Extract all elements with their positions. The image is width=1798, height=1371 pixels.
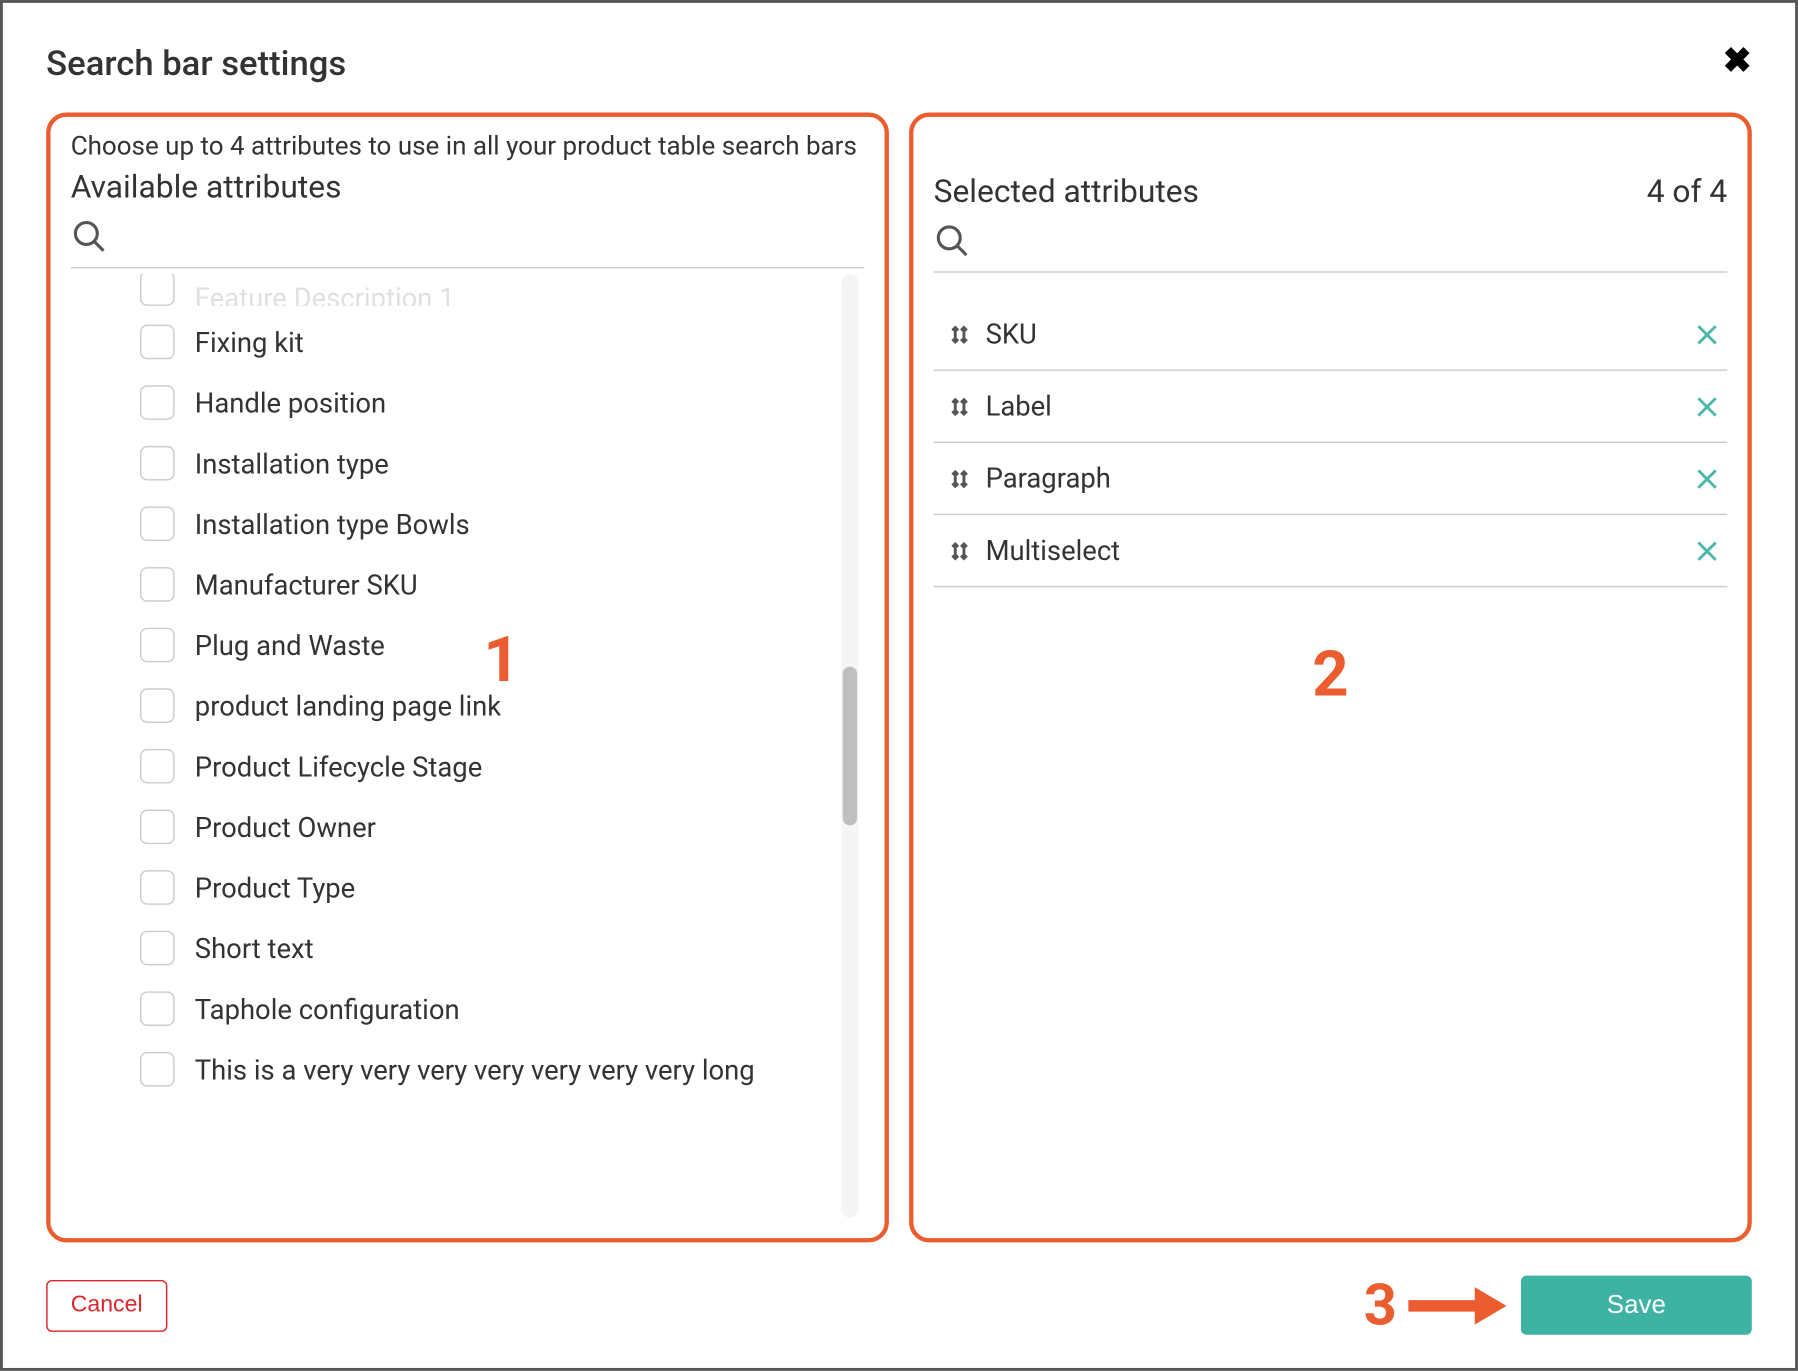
instruction-text: Choose up to 4 attributes to use in all … [71, 131, 865, 161]
available-list: Feature Description 1 Fixing kit Handle p… [71, 274, 865, 1218]
available-item[interactable]: Product Type [140, 857, 864, 918]
available-item-label: Taphole configuration [195, 992, 460, 1025]
selected-item[interactable]: Paragraph [934, 443, 1728, 515]
modal-title: Search bar settings [46, 43, 346, 83]
available-item-label: Feature Description 1 [195, 281, 455, 306]
checkbox-icon[interactable] [140, 810, 175, 845]
remove-icon[interactable] [1693, 320, 1722, 349]
available-search-input[interactable] [120, 222, 865, 252]
available-search-row [71, 212, 865, 268]
selected-item[interactable]: SKU [934, 299, 1728, 371]
available-item-label: Manufacturer SKU [195, 568, 418, 601]
checkbox-icon[interactable] [140, 567, 175, 602]
selected-item-label: SKU [986, 317, 1679, 350]
available-item-label: Fixing kit [195, 325, 304, 358]
available-item-label: Short text [195, 931, 314, 964]
annotation-3-group: 3 [1364, 1271, 1507, 1339]
checkbox-icon[interactable] [140, 749, 175, 784]
checkbox-icon[interactable] [140, 931, 175, 966]
checkbox-icon[interactable] [140, 870, 175, 905]
selected-item-label: Paragraph [986, 462, 1679, 495]
available-item[interactable]: This is a very very very very very very … [140, 1039, 864, 1100]
available-item-label: Product Owner [195, 810, 376, 843]
drag-handle-icon[interactable] [948, 321, 971, 347]
checkbox-icon[interactable] [140, 325, 175, 360]
selected-item[interactable]: Multiselect [934, 515, 1728, 587]
checkbox-icon[interactable] [140, 506, 175, 541]
annotation-2: 2 [1312, 636, 1348, 711]
selected-count: 4 of 4 [1647, 175, 1728, 211]
available-item-label: Product Lifecycle Stage [195, 750, 482, 783]
annotation-3: 3 [1364, 1271, 1397, 1339]
drag-handle-icon[interactable] [948, 393, 971, 419]
save-button[interactable]: Save [1521, 1276, 1752, 1335]
available-item[interactable]: Fixing kit [140, 312, 864, 373]
available-item-label: Handle position [195, 386, 386, 419]
scrollbar[interactable] [841, 274, 858, 1218]
modal-header: Search bar settings ✖ [46, 43, 1752, 83]
available-item[interactable]: Installation type Bowls [140, 494, 864, 555]
available-item[interactable]: Product Owner [140, 797, 864, 858]
cancel-button[interactable]: Cancel [46, 1279, 167, 1331]
close-icon[interactable]: ✖ [1723, 43, 1752, 78]
checkbox-icon[interactable] [140, 385, 175, 420]
available-item[interactable]: Plug and Waste [140, 615, 864, 676]
scroll-thumb[interactable] [843, 667, 857, 826]
available-item[interactable]: Installation type [140, 433, 864, 494]
available-item[interactable]: Handle position [140, 372, 864, 433]
search-icon [934, 222, 972, 260]
checkbox-icon[interactable] [140, 688, 175, 723]
drag-handle-icon[interactable] [948, 465, 971, 491]
modal-footer: Cancel 3 Save [46, 1242, 1752, 1339]
available-item-label: Installation type Bowls [195, 507, 470, 540]
available-item-truncated[interactable]: Feature Description 1 [140, 274, 864, 306]
available-item-label: Installation type [195, 447, 389, 480]
available-attributes-title: Available attributes [71, 170, 342, 206]
checkbox-icon[interactable] [140, 628, 175, 663]
available-item-label: This is a very very very very very very … [195, 1053, 755, 1086]
remove-icon[interactable] [1693, 464, 1722, 493]
available-item-label: Plug and Waste [195, 628, 385, 661]
checkbox-icon[interactable] [140, 274, 175, 306]
search-icon [71, 218, 109, 256]
selected-list: SKU Label Paragraph Multiselect [934, 299, 1728, 588]
selected-search-row [934, 216, 1728, 272]
checkbox-icon[interactable] [140, 991, 175, 1026]
available-item[interactable]: product landing page link [140, 675, 864, 736]
footer-right: 3 Save [1364, 1271, 1752, 1339]
checkbox-icon[interactable] [140, 1052, 175, 1087]
remove-icon[interactable] [1693, 536, 1722, 565]
selected-item-label: Label [986, 390, 1679, 423]
available-attributes-panel: Choose up to 4 attributes to use in all … [46, 113, 889, 1243]
available-item-label: Product Type [195, 871, 355, 904]
available-item[interactable]: Product Lifecycle Stage [140, 736, 864, 797]
drag-handle-icon[interactable] [948, 538, 971, 564]
checkbox-icon[interactable] [140, 446, 175, 481]
selected-item-label: Multiselect [986, 534, 1679, 567]
selected-attributes-title: Selected attributes [934, 175, 1199, 211]
selected-attributes-panel: Selected attributes 4 of 4 SKU Label Parag… [909, 113, 1752, 1243]
arrow-right-icon [1405, 1284, 1506, 1327]
remove-icon[interactable] [1693, 392, 1722, 421]
available-item-label: product landing page link [195, 689, 501, 722]
available-item[interactable]: Manufacturer SKU [140, 554, 864, 615]
modal-search-bar-settings: Search bar settings ✖ Choose up to 4 att… [0, 0, 1798, 1371]
selected-item[interactable]: Label [934, 371, 1728, 443]
panels-row: Choose up to 4 attributes to use in all … [46, 113, 1752, 1243]
available-item[interactable]: Short text [140, 918, 864, 979]
selected-search-input[interactable] [983, 226, 1728, 256]
available-item[interactable]: Taphole configuration [140, 978, 864, 1039]
